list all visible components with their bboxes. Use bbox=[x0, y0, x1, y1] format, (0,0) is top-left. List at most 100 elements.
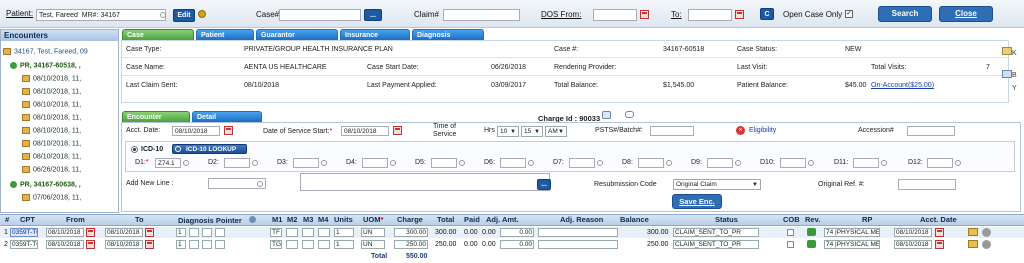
note-icon[interactable] bbox=[602, 111, 611, 119]
notes-textarea[interactable] bbox=[300, 173, 550, 191]
dx1-input[interactable] bbox=[155, 158, 181, 168]
dx10-input[interactable] bbox=[780, 158, 806, 168]
patient-lookup-icon[interactable] bbox=[160, 12, 166, 18]
adj-reason-select[interactable] bbox=[538, 240, 618, 249]
original-ref-input[interactable] bbox=[898, 179, 956, 190]
modifier-2-input[interactable] bbox=[286, 240, 298, 249]
case-tree-node[interactable]: PR, 34167-60518, , bbox=[10, 62, 81, 69]
patient-field[interactable] bbox=[36, 9, 166, 21]
dos-start-input[interactable] bbox=[341, 126, 389, 136]
encounter-tree-item[interactable]: 08/10/2018, 11, bbox=[22, 101, 81, 108]
cob-checkbox[interactable] bbox=[787, 229, 794, 236]
dx9-input[interactable] bbox=[707, 158, 733, 168]
encounter-tree-item[interactable]: 07/06/2018, 11, bbox=[22, 194, 81, 201]
from-date-input[interactable]: 08/10/2018 bbox=[46, 228, 84, 237]
comment-icon[interactable] bbox=[625, 111, 634, 118]
charge-input[interactable]: 250.00 bbox=[394, 240, 428, 249]
dx-pointer-4[interactable] bbox=[215, 240, 225, 249]
acct-date-input[interactable] bbox=[172, 126, 220, 136]
modifier-4-input[interactable] bbox=[318, 240, 330, 249]
icd10-lookup-button[interactable]: ICD-10 LOOKUP bbox=[172, 144, 247, 154]
dx4-input[interactable] bbox=[362, 158, 388, 168]
cob-checkbox[interactable] bbox=[787, 241, 794, 248]
modifier-1-input[interactable]: TF bbox=[270, 228, 282, 237]
accession-input[interactable] bbox=[907, 126, 955, 136]
encounter-tree-item[interactable]: 08/10/2018, 11, bbox=[22, 75, 81, 82]
dx-pointer-3[interactable] bbox=[202, 228, 212, 237]
dx-pointer-4[interactable] bbox=[215, 228, 225, 237]
notes-icon[interactable] bbox=[968, 228, 978, 236]
add-line-lookup-icon[interactable] bbox=[257, 181, 263, 187]
notes-browse-button[interactable]: ... bbox=[537, 179, 551, 190]
adj-amount-input[interactable]: 0.00 bbox=[500, 240, 534, 249]
dx2-input[interactable] bbox=[224, 158, 250, 168]
resubmission-code-select[interactable]: Original Claim bbox=[673, 179, 761, 190]
close-button[interactable]: Close bbox=[939, 6, 993, 22]
dos-from-calendar-icon[interactable] bbox=[640, 10, 649, 19]
dx4-lookup-icon[interactable] bbox=[390, 160, 396, 166]
to-calendar-icon[interactable] bbox=[145, 228, 154, 237]
acct-date-calendar-icon[interactable] bbox=[935, 228, 944, 237]
encounter-tree-item[interactable]: 06/26/2018, 11, bbox=[22, 166, 81, 173]
dx8-input[interactable] bbox=[638, 158, 664, 168]
encounter-tree-item[interactable]: 08/10/2018, 11, bbox=[22, 88, 81, 95]
dx5-input[interactable] bbox=[431, 158, 457, 168]
dx-pointer-3[interactable] bbox=[202, 240, 212, 249]
encounter-tree-item[interactable]: 08/10/2018, 11, bbox=[22, 140, 81, 147]
dos-start-calendar-icon[interactable] bbox=[393, 126, 402, 135]
acct-date-calendar-icon[interactable] bbox=[935, 240, 944, 249]
psts-batch-input[interactable] bbox=[650, 126, 694, 136]
acct-date-input[interactable]: 08/10/2018 bbox=[894, 240, 932, 249]
cpt-input[interactable]: 0359T-T0 bbox=[10, 228, 38, 237]
dx7-input[interactable] bbox=[569, 158, 595, 168]
to-date-input[interactable]: 08/10/2018 bbox=[105, 228, 143, 237]
acct-date-calendar-icon[interactable] bbox=[224, 126, 233, 135]
units-input[interactable]: 1 bbox=[334, 228, 354, 237]
rp-select[interactable]: 74 |PHYSICAL MEC bbox=[824, 228, 880, 237]
from-date-input[interactable]: 08/10/2018 bbox=[46, 240, 84, 249]
delete-line-icon[interactable] bbox=[982, 228, 991, 237]
dx9-lookup-icon[interactable] bbox=[735, 160, 741, 166]
table-row[interactable]: 1 0359T-T0 08/10/2018 08/10/2018 1 TF 1 … bbox=[0, 227, 1024, 238]
delete-line-icon[interactable] bbox=[982, 240, 991, 249]
case-tree-node[interactable]: PR, 34167-60638, , bbox=[10, 181, 81, 188]
revise-icon[interactable] bbox=[807, 240, 816, 248]
encounter-tree-item[interactable]: 08/10/2018, 11, bbox=[22, 153, 81, 160]
tab-encounter[interactable]: Encounter bbox=[122, 111, 190, 122]
eligibility-link[interactable]: Eligibility bbox=[749, 127, 776, 134]
tab-detail[interactable]: Detail bbox=[192, 111, 262, 122]
icd10-radio[interactable] bbox=[131, 146, 138, 153]
dos-to-calendar-icon[interactable] bbox=[735, 10, 744, 19]
tab-patient[interactable]: Patient bbox=[196, 29, 254, 40]
pointer-info-icon[interactable] bbox=[249, 216, 256, 223]
modifier-3-input[interactable] bbox=[302, 240, 314, 249]
dos-to-input[interactable] bbox=[688, 9, 732, 21]
modifier-1-input[interactable]: TG bbox=[270, 240, 282, 249]
dx-pointer-1[interactable]: 1 bbox=[176, 228, 186, 237]
minute-select[interactable]: 15 bbox=[521, 126, 543, 137]
report-icon[interactable] bbox=[1002, 70, 1012, 78]
edit-patient-button[interactable]: Edit bbox=[173, 9, 195, 22]
status-select[interactable]: CLAIM_SENT_TO_PR bbox=[673, 240, 759, 249]
on-account-link[interactable]: On-Account($25.00) bbox=[871, 82, 934, 89]
document-icon[interactable] bbox=[1002, 47, 1012, 55]
tab-case[interactable]: Case bbox=[122, 29, 194, 40]
search-button[interactable]: Search bbox=[878, 6, 932, 22]
from-calendar-icon[interactable] bbox=[86, 240, 95, 249]
rp-select[interactable]: 74 |PHYSICAL MEC bbox=[824, 240, 880, 249]
dx3-lookup-icon[interactable] bbox=[321, 160, 327, 166]
dx-pointer-1[interactable]: 1 bbox=[176, 240, 186, 249]
dx11-lookup-icon[interactable] bbox=[881, 160, 887, 166]
dx1-lookup-icon[interactable] bbox=[183, 160, 189, 166]
case-search-input[interactable] bbox=[279, 9, 361, 21]
adj-amount-input[interactable]: 0.00 bbox=[500, 228, 534, 237]
dx8-lookup-icon[interactable] bbox=[666, 160, 672, 166]
dx5-lookup-icon[interactable] bbox=[459, 160, 465, 166]
to-calendar-icon[interactable] bbox=[145, 240, 154, 249]
dx-pointer-2[interactable] bbox=[189, 228, 199, 237]
side-letter-k[interactable]: K bbox=[1012, 50, 1017, 57]
dos-from-input[interactable] bbox=[593, 9, 637, 21]
revise-icon[interactable] bbox=[807, 228, 816, 236]
uom-select[interactable]: UN bbox=[361, 228, 385, 237]
ampm-select[interactable]: AM bbox=[545, 126, 567, 137]
